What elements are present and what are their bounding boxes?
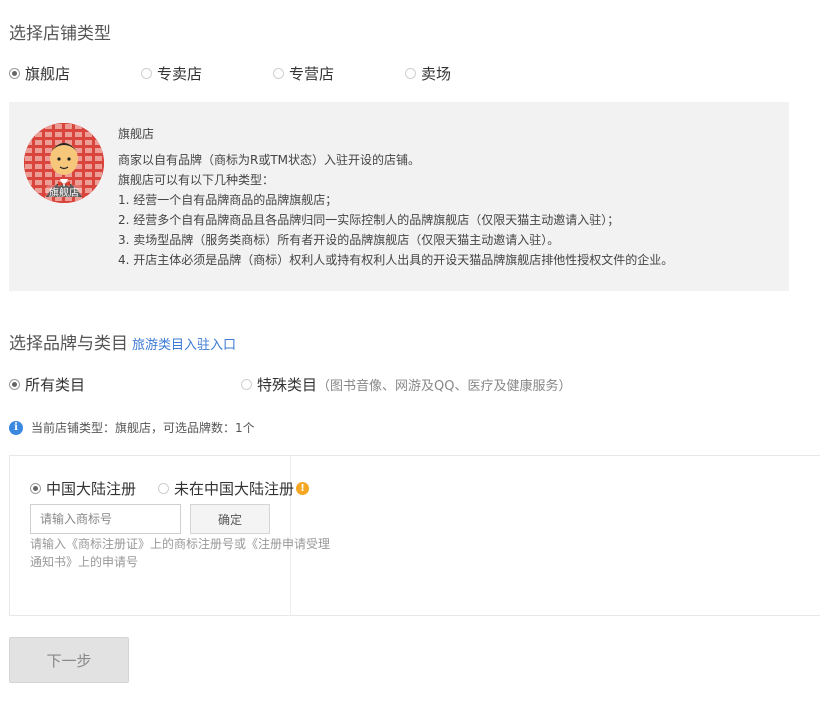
description-line: 商家以自有品牌（商标为R或TM状态）入驻开设的店铺。 xyxy=(118,153,421,167)
flagship-store-avatar: 旗舰店 xyxy=(24,123,104,203)
description-line: 4. 开店主体必须是品牌（商标）权利人或持有权利人出具的开设天猫品牌旗舰店排他性… xyxy=(118,253,674,267)
description-line: 2. 经营多个自有品牌商品且各品牌归同一实际控制人的品牌旗舰店（仅限天猫主动邀请… xyxy=(118,213,620,227)
description-line: 3. 卖场型品牌（服务类商标）所有者开设的品牌旗舰店（仅限天猫主动邀请入驻）。 xyxy=(118,233,560,247)
radio-unchecked-icon xyxy=(141,68,152,79)
radio-label: 专营店 xyxy=(289,65,335,83)
next-step-button[interactable]: 下一步 xyxy=(9,637,129,683)
radio-label: 卖场 xyxy=(421,65,452,83)
store-description: 旗舰店 商家以自有品牌（商标为R或TM状态）入驻开设的店铺。 旗舰店可以有以下几… xyxy=(118,124,673,270)
radio-label: 特殊类目 xyxy=(257,376,318,394)
radio-unchecked-icon xyxy=(158,483,169,494)
radio-label: 专卖店 xyxy=(157,65,203,83)
radio-label: 所有类目 xyxy=(25,376,86,394)
radio-not-mainland-registered[interactable]: 未在中国大陆注册 ! xyxy=(158,478,310,499)
radio-exclusive-store[interactable]: 专卖店 xyxy=(141,63,202,84)
store-type-title: 选择店铺类型 xyxy=(9,24,111,44)
notice-text: 当前店铺类型：旗舰店，可选品牌数：1个 xyxy=(31,421,255,435)
confirm-button[interactable]: 确定 xyxy=(190,504,270,534)
description-line: 旗舰店可以有以下几种类型： xyxy=(118,173,275,187)
radio-mainland-registered[interactable]: 中国大陆注册 xyxy=(30,478,136,499)
special-categories-note: （图书音像、网游及QQ、医疗及健康服务） xyxy=(317,379,572,394)
brand-count-notice: i 当前店铺类型：旗舰店，可选品牌数：1个 xyxy=(9,419,255,436)
radio-mall-store[interactable]: 卖场 xyxy=(405,63,451,84)
radio-all-categories[interactable]: 所有类目 xyxy=(9,374,85,395)
radio-unchecked-icon xyxy=(273,68,284,79)
travel-category-link[interactable]: 旅游类目入驻入口 xyxy=(132,334,236,353)
brand-category-title: 选择品牌与类目 xyxy=(9,334,128,354)
radio-label: 旗舰店 xyxy=(25,65,71,83)
radio-label: 中国大陆注册 xyxy=(46,480,137,498)
description-heading: 旗舰店 xyxy=(118,127,155,141)
radio-flagship-store[interactable]: 旗舰店 xyxy=(9,63,70,84)
trademark-number-input[interactable] xyxy=(30,504,181,534)
radio-unchecked-icon xyxy=(405,68,416,79)
radio-checked-icon xyxy=(9,379,20,390)
brand-category-header: 选择品牌与类目 旅游类目入驻入口 xyxy=(9,329,236,354)
radio-checked-icon xyxy=(30,483,41,494)
warning-icon[interactable]: ! xyxy=(296,482,310,495)
info-icon: i xyxy=(9,420,23,435)
description-line: 1. 经营一个自有品牌商品的品牌旗舰店； xyxy=(118,193,338,207)
radio-special-categories[interactable]: 特殊类目 （图书音像、网游及QQ、医疗及健康服务） xyxy=(241,374,571,395)
radio-label: 未在中国大陆注册 xyxy=(174,480,295,498)
radio-unchecked-icon xyxy=(241,379,252,390)
radio-checked-icon xyxy=(9,68,20,79)
radio-specialty-store[interactable]: 专营店 xyxy=(273,63,334,84)
trademark-hint: 请输入《商标注册证》上的商标注册号或《注册申请受理通知书》上的申请号 xyxy=(30,537,331,569)
avatar-badge-label: 旗舰店 xyxy=(49,188,79,199)
